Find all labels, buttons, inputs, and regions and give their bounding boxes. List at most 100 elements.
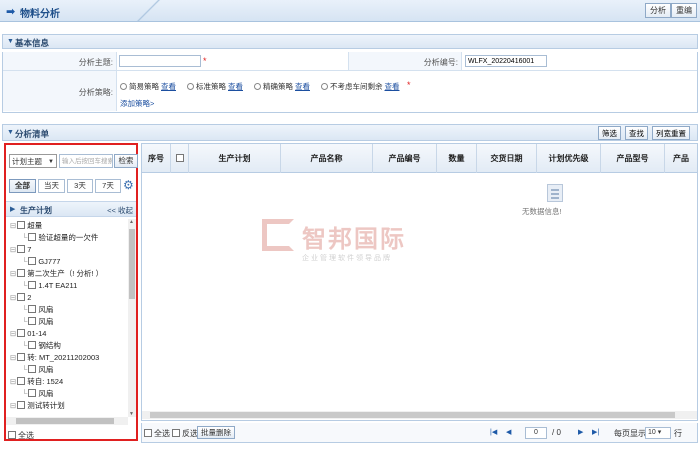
tree-node-plan[interactable]: ⊟ 转: MT_20211202003 <box>10 353 99 363</box>
policy-option-simple[interactable]: 简易策略 查看 <box>120 81 176 92</box>
col-priority[interactable]: 计划优先级 <box>537 144 601 173</box>
checkbox[interactable] <box>17 245 26 253</box>
code-input[interactable] <box>465 55 547 67</box>
tree-node-product[interactable]: └ 1.4T EA211 <box>22 281 77 291</box>
checkbox[interactable] <box>172 429 180 437</box>
checkbox[interactable] <box>28 389 37 397</box>
checkbox[interactable] <box>28 365 37 373</box>
tree-node-product[interactable]: └ GJ777 <box>22 257 60 267</box>
col-plan[interactable]: 生产计划 <box>189 144 281 173</box>
checkbox[interactable] <box>17 353 26 361</box>
radio-icon[interactable] <box>187 83 194 90</box>
per-page-select[interactable]: 10 ▾ <box>645 427 671 439</box>
tree-expander-icon[interactable]: ⊟ <box>10 293 16 302</box>
tree-expander-icon[interactable]: ⊟ <box>10 329 16 338</box>
batch-delete-button[interactable]: 批量删除 <box>197 426 235 439</box>
tree-node-plan[interactable]: ⊟ 7 <box>10 245 31 255</box>
checkbox[interactable] <box>17 221 26 229</box>
policy-option-standard[interactable]: 标准策略 查看 <box>187 81 243 92</box>
date-7days-button[interactable]: 7天 <box>95 179 121 193</box>
tree-node-product[interactable]: └ 风扇 <box>22 365 53 375</box>
scroll-up-icon[interactable]: ▲ <box>129 219 134 225</box>
basic-info-header[interactable]: ▼ 基本信息 <box>2 34 698 49</box>
scroll-thumb[interactable] <box>16 418 114 424</box>
tree-node-plan[interactable]: ⊟ 测试转计划 <box>10 401 65 411</box>
tree-node-plan[interactable]: ⊟ 2 <box>10 293 31 303</box>
radio-icon[interactable] <box>254 83 261 90</box>
tree-expander-icon[interactable]: ⊟ <box>10 245 16 254</box>
prev-page-icon[interactable]: ◀ <box>506 428 511 436</box>
col-checkbox[interactable] <box>171 144 189 173</box>
tree-node-plan[interactable]: ⊟ 01-14 <box>10 329 46 339</box>
tree-node-product[interactable]: └ 验证超量的一欠件 <box>22 233 98 243</box>
tree-node-product[interactable]: └ 风扇 <box>22 389 53 399</box>
col-product-code[interactable]: 产品编号 <box>373 144 437 173</box>
query-button[interactable]: 查找 <box>625 126 648 140</box>
checkbox[interactable] <box>28 281 37 289</box>
tree-node-product[interactable]: └ 风扇 <box>22 305 53 315</box>
col-seq[interactable]: 序号 <box>142 144 171 173</box>
grid-invert[interactable]: 反选 <box>172 428 198 439</box>
first-page-icon[interactable]: |◀ <box>490 428 497 436</box>
view-link[interactable]: 查看 <box>161 82 176 91</box>
tree-hscroll[interactable] <box>6 417 128 425</box>
gear-icon[interactable]: ⚙ <box>123 178 134 192</box>
scroll-thumb[interactable] <box>129 229 135 299</box>
checkbox[interactable] <box>17 377 26 385</box>
checkbox[interactable] <box>8 431 16 439</box>
checkbox[interactable] <box>17 329 26 337</box>
analysis-list-header[interactable]: ▼ 分析清单 <box>2 124 698 141</box>
checkbox[interactable] <box>144 429 152 437</box>
filter-button[interactable]: 筛选 <box>598 126 621 140</box>
tree-node-product[interactable]: └ 钢结构 <box>22 341 61 351</box>
scroll-down-icon[interactable]: ▼ <box>129 411 134 417</box>
checkbox[interactable] <box>17 401 26 409</box>
reset-button[interactable]: 重编 <box>671 3 697 18</box>
col-quantity[interactable]: 数量 <box>437 144 477 173</box>
policy-option-precise[interactable]: 精确策略 查看 <box>254 81 310 92</box>
date-all-button[interactable]: 全部 <box>9 179 36 193</box>
subject-input[interactable] <box>119 55 201 67</box>
date-3days-button[interactable]: 3天 <box>67 179 93 193</box>
tree-node-plan[interactable]: ⊟ 超量 <box>10 221 42 231</box>
collapse-button[interactable]: << 收起 <box>107 205 133 216</box>
tree-search-button[interactable]: 检索 <box>114 154 138 168</box>
date-today-button[interactable]: 当天 <box>38 179 65 193</box>
page-input[interactable]: 0 <box>525 427 547 439</box>
reset-columns-button[interactable]: 列宽重置 <box>652 126 690 140</box>
col-delivery-date[interactable]: 交货日期 <box>477 144 537 173</box>
checkbox[interactable] <box>28 257 37 265</box>
tree-expander-icon[interactable]: ⊟ <box>10 401 16 410</box>
tree-select-all[interactable]: 全选 <box>8 430 34 441</box>
col-product-more[interactable]: 产品 <box>665 144 697 173</box>
tree-expander-icon[interactable]: ⊟ <box>10 377 16 386</box>
checkbox[interactable] <box>28 305 37 313</box>
radio-icon[interactable] <box>120 83 127 90</box>
tree-expander-icon[interactable]: ⊟ <box>10 221 16 230</box>
tree-node-plan[interactable]: ⊟ 第二次生产（! 分析! ） <box>10 269 103 279</box>
radio-icon[interactable] <box>321 83 328 90</box>
col-product-name[interactable]: 产品名称 <box>281 144 373 173</box>
tree-expander-icon[interactable]: ⊟ <box>10 353 16 362</box>
view-link[interactable]: 查看 <box>385 82 400 91</box>
tree-node-product[interactable]: └ 风扇 <box>22 317 53 327</box>
checkbox[interactable] <box>175 154 184 162</box>
tree-vscroll[interactable]: ▲ ▼ <box>128 219 136 417</box>
scroll-thumb[interactable] <box>150 412 675 418</box>
checkbox[interactable] <box>17 293 26 301</box>
tree-search-input[interactable]: 输入后按回车搜索 <box>59 154 113 168</box>
grid-hscroll[interactable] <box>142 411 697 419</box>
analyze-button[interactable]: 分析 <box>645 3 671 18</box>
add-policy-link[interactable]: 添加策略> <box>120 98 154 109</box>
topic-select[interactable]: 计划主题 ▼ <box>9 154 57 168</box>
view-link[interactable]: 查看 <box>295 82 310 91</box>
checkbox[interactable] <box>28 317 37 325</box>
next-page-icon[interactable]: ▶ <box>578 428 583 436</box>
checkbox[interactable] <box>28 233 37 241</box>
col-model[interactable]: 产品型号 <box>601 144 665 173</box>
checkbox[interactable] <box>17 269 26 277</box>
view-link[interactable]: 查看 <box>228 82 243 91</box>
grid-select-all[interactable]: 全选 <box>144 428 170 439</box>
checkbox[interactable] <box>28 341 37 349</box>
policy-option-ignore-workshop[interactable]: 不考虑车间剩余 查看 <box>321 81 400 92</box>
